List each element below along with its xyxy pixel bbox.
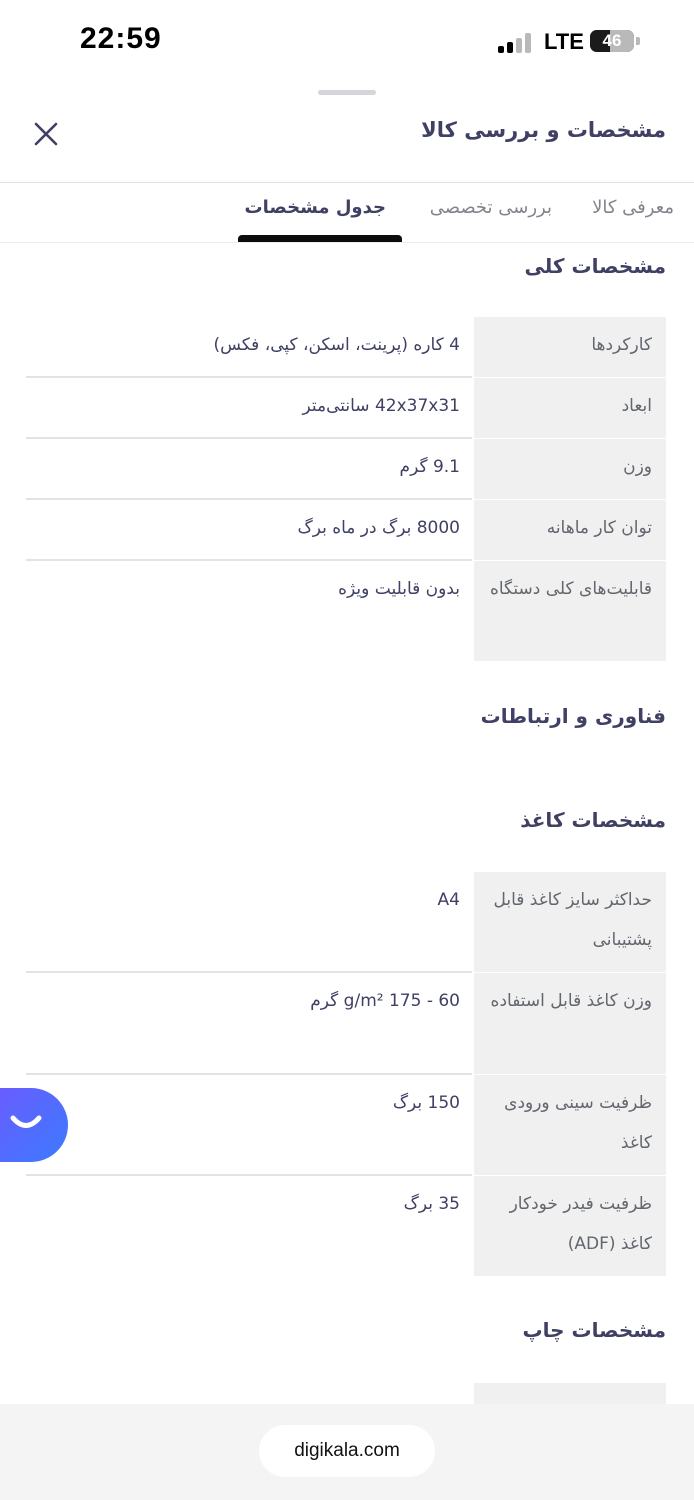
- spec-value: 35 برگ: [403, 1194, 460, 1214]
- spec-row: وزن کاغذ قابل استفاده g/m² 175 - 60 گرم: [26, 973, 666, 1074]
- spec-key: قابلیت‌های کلی دستگاه: [489, 579, 652, 599]
- spec-value: 150 برگ: [392, 1093, 460, 1113]
- address-bar[interactable]: digikala.com: [259, 1425, 435, 1477]
- spec-key: وزن کاغذ قابل استفاده: [490, 991, 652, 1011]
- close-button[interactable]: [30, 118, 62, 150]
- smile-icon: [10, 1115, 42, 1128]
- spec-row: توان کار ماهانه 8000 برگ در ماه برگ: [26, 500, 666, 560]
- spec-row: ظرفیت سینی ورودی کاغذ 150 برگ: [26, 1075, 666, 1175]
- spec-value: 42x37x31 سانتی‌متر: [302, 396, 460, 416]
- spec-row: حداکثر سایز کاغذ قابل پشتیبانی A4: [26, 872, 666, 972]
- spec-key: وزن: [623, 457, 652, 477]
- sheet-grabber[interactable]: [318, 90, 376, 95]
- support-chat-button[interactable]: [0, 1088, 68, 1162]
- cellular-signal-icon: [498, 33, 534, 53]
- tabs-divider: [0, 242, 694, 243]
- tab-specifications[interactable]: جدول مشخصات: [245, 197, 386, 218]
- section-title-paper: مشخصات کاغذ: [520, 808, 666, 832]
- spec-value: A4: [437, 890, 460, 910]
- close-icon: [34, 122, 58, 146]
- active-tab-indicator: [238, 235, 402, 242]
- spec-value: 4 کاره (پرینت، اسکن، کپی، فکس): [213, 335, 460, 355]
- battery-icon: 46: [590, 30, 634, 52]
- section-title-technology: فناوری و ارتباطات: [480, 704, 666, 728]
- spec-row: کارکردها 4 کاره (پرینت، اسکن، کپی، فکس): [26, 317, 666, 377]
- status-time: 22:59: [80, 22, 162, 55]
- url-text: digikala.com: [294, 1440, 400, 1461]
- spec-row: قابلیت‌های کلی دستگاه بدون قابلیت ویژه: [26, 561, 666, 661]
- spec-key: ابعاد: [621, 396, 652, 416]
- tab-expert-review[interactable]: بررسی تخصصی: [430, 197, 552, 218]
- spec-value: g/m² 175 - 60 گرم: [310, 991, 460, 1011]
- spec-key: ظرفیت سینی ورودی کاغذ: [504, 1093, 652, 1153]
- spec-key: ظرفیت فیدر خودکار کاغذ (ADF): [509, 1194, 652, 1254]
- spec-row: ظرفیت فیدر خودکار کاغذ (ADF) 35 برگ: [26, 1176, 666, 1276]
- spec-key: حداکثر سایز کاغذ قابل پشتیبانی: [493, 890, 652, 950]
- spec-key: کارکردها: [591, 335, 652, 355]
- section-title-print: مشخصات چاپ: [522, 1318, 666, 1342]
- battery-level: 46: [602, 31, 622, 50]
- section-title-general: مشخصات کلی: [524, 254, 666, 278]
- tab-bar: معرفی کالا بررسی تخصصی جدول مشخصات: [0, 183, 694, 242]
- spec-row: ابعاد 42x37x31 سانتی‌متر: [26, 378, 666, 438]
- spec-value: بدون قابلیت ویژه: [338, 579, 460, 599]
- spec-row-partial: [26, 1383, 666, 1404]
- spec-value: 8000 برگ در ماه برگ: [297, 518, 460, 538]
- battery-tip: [636, 37, 640, 45]
- spec-key: توان کار ماهانه: [546, 518, 652, 538]
- spec-value: 9.1 گرم: [399, 457, 460, 477]
- tab-product-intro[interactable]: معرفی کالا: [592, 197, 674, 218]
- spec-key-cell: [474, 1383, 666, 1404]
- status-bar: 22:59 LTE 46: [0, 0, 694, 84]
- spec-row: وزن 9.1 گرم: [26, 439, 666, 499]
- network-type: LTE: [544, 29, 584, 54]
- page-title: مشخصات و بررسی کالا: [421, 118, 666, 142]
